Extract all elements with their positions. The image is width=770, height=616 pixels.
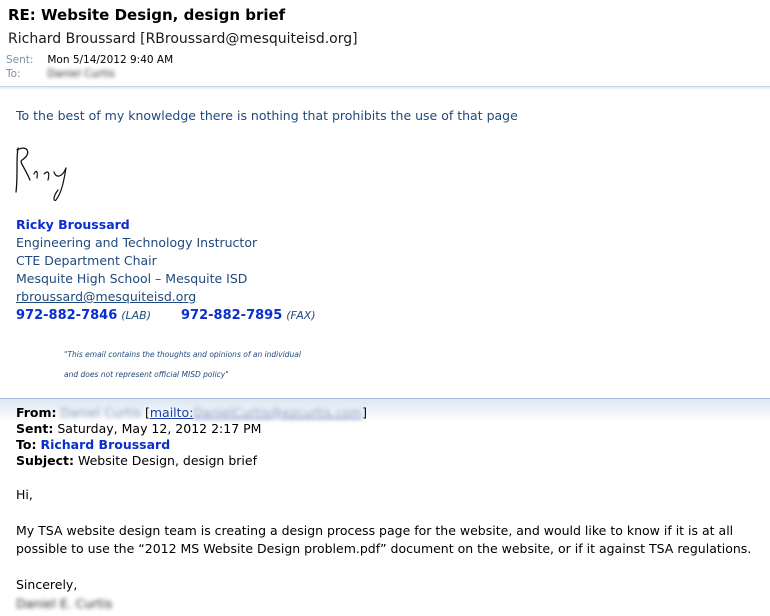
- forwarded-subject-label: Subject:: [16, 453, 74, 468]
- sent-row: Sent: Mon 5/14/2012 9:40 AM: [6, 54, 173, 66]
- forwarded-to-row: To: Richard Broussard: [16, 437, 170, 452]
- signature-title: Engineering and Technology Instructor: [16, 235, 258, 250]
- phone-lab: 972-882-7846: [16, 308, 118, 323]
- forwarded-to-value[interactable]: Richard Broussard: [40, 437, 170, 452]
- forwarded-sent-row: Sent: Saturday, May 12, 2012 2:17 PM: [16, 421, 261, 436]
- phone-lab-label: (LAB): [121, 309, 152, 322]
- mailto-prefix: mailto:: [149, 405, 194, 420]
- signature-name: Ricky Broussard: [16, 217, 130, 232]
- phone-fax-label: (FAX): [286, 309, 316, 322]
- to-label: To:: [6, 68, 21, 80]
- forwarded-from-row: From: Daniel Curtis [mailto:DanielCurtis…: [16, 405, 368, 420]
- reply-text: To the best of my knowledge there is not…: [16, 108, 518, 123]
- mailto-link[interactable]: mailto:DanielCurtis@ezcurtis.com: [150, 405, 362, 420]
- forwarded-subject-row: Subject: Website Design, design brief: [16, 453, 257, 468]
- forwarded-from-label: From:: [16, 405, 57, 420]
- mailto-address: DanielCurtis@ezcurtis.com: [193, 405, 363, 420]
- forwarded-from-name: Daniel Curtis: [60, 405, 142, 420]
- forwarded-sent-label: Sent:: [16, 421, 54, 436]
- forwarded-sent-value: Saturday, May 12, 2012 2:17 PM: [57, 421, 262, 436]
- body-paragraph: My TSA website design team is creating a…: [16, 523, 752, 556]
- forwarded-subject-value: Website Design, design brief: [77, 453, 257, 468]
- signature-school: Mesquite High School – Mesquite ISD: [16, 271, 248, 286]
- forwarded-to-label: To:: [16, 437, 37, 452]
- sent-value: Mon 5/14/2012 9:40 AM: [47, 54, 174, 66]
- body-signer: Daniel E. Curtis: [16, 596, 113, 611]
- body-greeting: Hi,: [16, 487, 33, 502]
- signature-phones: 972-882-7846 (LAB) 972-882-7895 (FAX): [16, 306, 316, 325]
- to-row: To: Daniel Curtis: [6, 68, 115, 80]
- signature-email-link[interactable]: rbroussard@mesquiteisd.org: [16, 288, 196, 306]
- header-divider: [0, 86, 770, 90]
- signature-department: CTE Department Chair: [16, 253, 157, 268]
- handwritten-signature: [15, 147, 67, 202]
- disclaimer-line-1: "This email contains the thoughts and op…: [64, 350, 301, 359]
- to-recipient[interactable]: Daniel Curtis: [47, 68, 115, 80]
- sender-line[interactable]: Richard Broussard [RBroussard@mesquiteis…: [8, 31, 358, 47]
- disclaimer-line-2: and does not represent official MISD pol…: [64, 370, 229, 379]
- sent-label: Sent:: [6, 54, 34, 66]
- message-header: RE: Website Design, design brief Richard…: [0, 0, 770, 98]
- body-closing: Sincerely,: [16, 577, 78, 592]
- phone-fax: 972-882-7895: [181, 308, 283, 323]
- message-subject: RE: Website Design, design brief: [8, 6, 286, 24]
